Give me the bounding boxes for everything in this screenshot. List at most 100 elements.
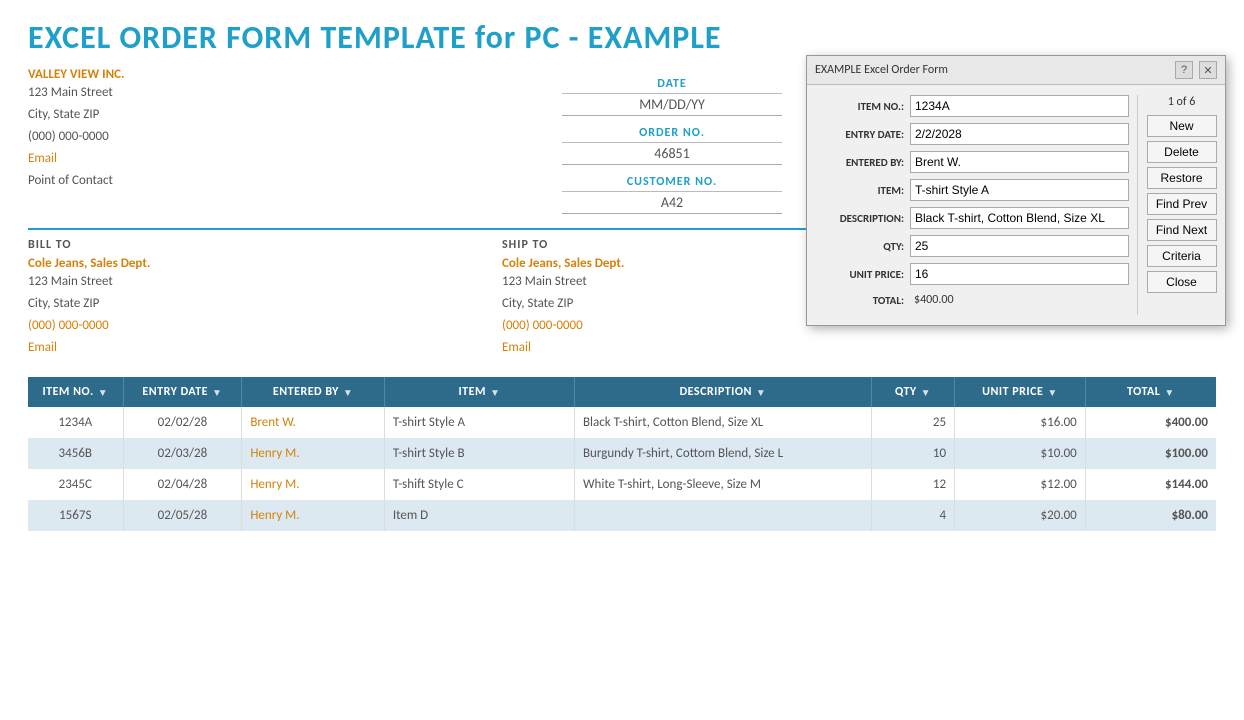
modal-dialog: EXAMPLE Excel Order Form ? ✕ ITEM NO.: EN… [806,55,1226,326]
record-count: 1 of 6 [1168,95,1196,109]
modal-find-prev-button[interactable]: Find Prev [1147,193,1217,215]
modal-field-input[interactable] [910,263,1129,285]
modal-field-input[interactable] [910,151,1129,173]
cell-total: $144.00 [1085,469,1216,500]
customer-no-value: A42 [562,194,782,214]
cell-item-no: 1567S [28,500,123,531]
modal-field-row: QTY: [815,235,1129,257]
table-header-description[interactable]: DESCRIPTION▼ [574,377,871,407]
cell-qty: 4 [871,500,954,531]
sort-icon: ▼ [490,386,500,399]
cell-entry-date: 02/04/28 [123,469,242,500]
order-no-label: ORDER NO. [639,126,705,140]
cell-total: $80.00 [1085,500,1216,531]
modal-field-label: DESCRIPTION: [815,212,910,225]
modal-find-next-button[interactable]: Find Next [1147,219,1217,241]
company-address2: City, State ZIP [28,104,368,126]
modal-field-input[interactable] [910,207,1129,229]
modal-field-row: DESCRIPTION: [815,207,1129,229]
table-header-item[interactable]: ITEM▼ [384,377,574,407]
cell-item-no: 2345C [28,469,123,500]
data-table: ITEM NO.▼ENTRY DATE▼ENTERED BY▼ITEM▼DESC… [28,377,1216,531]
modal-help-button[interactable]: ? [1175,61,1193,79]
date-value: MM/DD/YY [562,96,782,116]
company-info: VALLEY VIEW INC. 123 Main Street City, S… [28,67,368,214]
modal-field-label: ENTRY DATE: [815,128,910,141]
modal-fields: ITEM NO.: ENTRY DATE: ENTERED BY: ITEM: DESC… [815,95,1129,315]
cell-qty: 12 [871,469,954,500]
modal-window-controls: ? ✕ [1175,61,1217,79]
modal-field-label: ITEM: [815,184,910,197]
company-name: VALLEY VIEW INC. [28,67,368,82]
table-header: ITEM NO.▼ENTRY DATE▼ENTERED BY▼ITEM▼DESC… [28,377,1216,407]
date-divider [562,93,782,94]
modal-total-row: TOTAL:$400.00 [815,291,1129,309]
table-header-qty[interactable]: QTY▼ [871,377,954,407]
table-header-entry-date[interactable]: ENTRY DATE▼ [123,377,242,407]
modal-sidebar: 1 of 6 New Delete Restore Find Prev Find Nex… [1137,95,1217,315]
modal-field-row: UNIT PRICE: [815,263,1129,285]
table-row: 1567S02/05/28Henry M.Item D4$20.00$80.00 [28,500,1216,531]
modal-criteria-button[interactable]: Criteria [1147,245,1217,267]
cell-entry-date: 02/02/28 [123,407,242,438]
modal-close-button[interactable]: Close [1147,271,1217,293]
table-header-unit-price[interactable]: UNIT PRICE▼ [955,377,1086,407]
sort-icon: ▼ [1047,386,1057,399]
customer-no-divider [562,191,782,192]
modal-titlebar: EXAMPLE Excel Order Form ? ✕ [807,56,1225,85]
cell-item: T-shift Style C [384,469,574,500]
cell-unit-price: $20.00 [955,500,1086,531]
modal-field-label: ITEM NO.: [815,100,910,113]
page-title: EXCEL ORDER FORM TEMPLATE for PC - EXAMP… [28,18,1216,57]
table-row: 3456B02/03/28Henry M.T-shirt Style BBurg… [28,438,1216,469]
bill-to-address1: 123 Main Street [28,271,502,293]
sort-icon: ▼ [756,386,766,399]
modal-total-value: $400.00 [910,291,958,309]
table-header-entered-by[interactable]: ENTERED BY▼ [242,377,385,407]
table-row: 1234A02/02/28Brent W.T-shirt Style ABlac… [28,407,1216,438]
bill-to-section: BILL TO Cole Jeans, Sales Dept. 123 Main… [28,238,502,359]
cell-description [574,500,871,531]
cell-item: T-shirt Style B [384,438,574,469]
cell-description: Black T-shirt, Cotton Blend, Size XL [574,407,871,438]
cell-description: Burgundy T-shirt, Cottom Blend, Size L [574,438,871,469]
sort-icon: ▼ [921,386,931,399]
cell-item-no: 3456B [28,438,123,469]
modal-field-input[interactable] [910,235,1129,257]
cell-unit-price: $16.00 [955,407,1086,438]
modal-field-row: ENTERED BY: [815,151,1129,173]
modal-field-input[interactable] [910,179,1129,201]
bill-to-name: Cole Jeans, Sales Dept. [28,256,502,271]
sort-icon: ▼ [343,386,353,399]
cell-entered-by: Henry M. [242,438,385,469]
table-row: 2345C02/04/28Henry M.T-shift Style CWhit… [28,469,1216,500]
table-header-total[interactable]: TOTAL▼ [1085,377,1216,407]
modal-title: EXAMPLE Excel Order Form [815,63,948,77]
modal-restore-button[interactable]: Restore [1147,167,1217,189]
modal-field-input[interactable] [910,95,1129,117]
cell-qty: 10 [871,438,954,469]
modal-field-input[interactable] [910,123,1129,145]
cell-unit-price: $10.00 [955,438,1086,469]
cell-entered-by: Brent W. [242,407,385,438]
company-phone: (000) 000-0000 [28,126,368,148]
cell-item: T-shirt Style A [384,407,574,438]
modal-new-button[interactable]: New [1147,115,1217,137]
cell-description: White T-shirt, Long-Sleeve, Size M [574,469,871,500]
bill-to-phone: (000) 000-0000 [28,315,502,337]
modal-close-button[interactable]: ✕ [1199,61,1217,79]
modal-delete-button[interactable]: Delete [1147,141,1217,163]
sort-icon: ▼ [212,386,222,399]
modal-field-row: ITEM: [815,179,1129,201]
modal-field-label: QTY: [815,240,910,253]
modal-field-label: ENTERED BY: [815,156,910,169]
date-label: DATE [657,77,686,91]
table-header-item-no[interactable]: ITEM NO.▼ [28,377,123,407]
modal-field-label: UNIT PRICE: [815,268,910,281]
cell-entry-date: 02/03/28 [123,438,242,469]
cell-item: Item D [384,500,574,531]
cell-qty: 25 [871,407,954,438]
cell-entered-by: Henry M. [242,500,385,531]
cell-unit-price: $12.00 [955,469,1086,500]
modal-total-label: TOTAL: [815,294,910,307]
